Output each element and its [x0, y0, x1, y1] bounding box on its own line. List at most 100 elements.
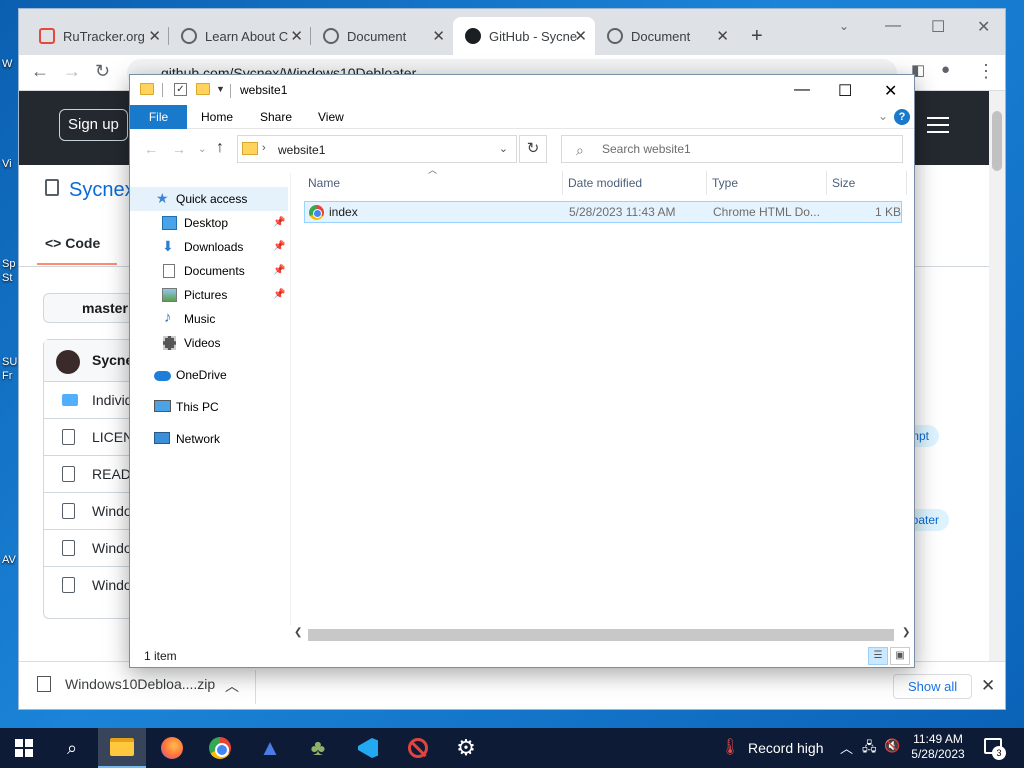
- column-header-type[interactable]: Type: [712, 171, 738, 195]
- nav-item-pictures[interactable]: Pictures 📌: [130, 283, 288, 307]
- nav-item-onedrive[interactable]: OneDrive: [130, 363, 288, 387]
- tab-home[interactable]: Home: [201, 105, 233, 129]
- signup-button[interactable]: Sign up: [59, 109, 128, 141]
- menu-icon[interactable]: ⋮: [977, 61, 995, 82]
- divider[interactable]: [826, 171, 827, 195]
- tab-document[interactable]: Document ✕: [311, 17, 453, 55]
- chevron-up-icon[interactable]: ︿: [225, 676, 239, 696]
- chevron-right-icon[interactable]: ›: [262, 142, 266, 154]
- chevron-down-icon[interactable]: ⌄: [499, 142, 508, 155]
- details-view-icon[interactable]: ☰: [868, 647, 888, 665]
- divider[interactable]: [906, 171, 907, 195]
- page-scrollbar[interactable]: [989, 91, 1005, 661]
- properties-icon[interactable]: ✓: [174, 83, 187, 96]
- file-row[interactable]: index 5/28/2023 11:43 AM Chrome HTML Do.…: [304, 201, 902, 223]
- back-icon[interactable]: ←: [144, 141, 158, 157]
- maximize-icon[interactable]: ☐: [838, 81, 852, 101]
- tab-view[interactable]: View: [318, 105, 344, 129]
- close-tab-icon[interactable]: ✕: [290, 27, 303, 45]
- desktop-icon-label[interactable]: W: [2, 58, 12, 70]
- large-icons-view-icon[interactable]: ▣: [890, 647, 910, 665]
- file-name[interactable]: Windo: [92, 540, 132, 556]
- new-tab-button[interactable]: +: [751, 25, 763, 48]
- forward-icon[interactable]: →: [172, 141, 186, 157]
- address-path[interactable]: website1: [278, 143, 325, 157]
- taskbar-file-explorer[interactable]: [98, 728, 146, 768]
- avatar[interactable]: [56, 350, 80, 374]
- tab-github[interactable]: GitHub - Sycne ✕: [453, 17, 595, 55]
- expand-ribbon-icon[interactable]: ⌄: [878, 109, 888, 123]
- refresh-icon[interactable]: ↻: [519, 135, 547, 163]
- close-icon[interactable]: ✕: [884, 81, 897, 101]
- repo-owner-link[interactable]: Sycnex: [45, 179, 135, 202]
- clock[interactable]: 11:49 AM 5/28/2023: [904, 732, 972, 762]
- tab-document-2[interactable]: Document ✕: [595, 17, 737, 55]
- scroll-right-icon[interactable]: ❯: [902, 627, 910, 638]
- column-header-size[interactable]: Size: [832, 171, 855, 195]
- nav-item-music[interactable]: ♪ Music: [130, 307, 288, 331]
- horizontal-scrollbar[interactable]: ❮ ❯: [292, 627, 914, 643]
- tab-rutracker[interactable]: RuTracker.org ✕: [27, 17, 169, 55]
- chevron-up-icon[interactable]: ︿: [840, 738, 853, 757]
- profile-icon[interactable]: ●: [941, 61, 950, 78]
- tab-code[interactable]: <> Code: [45, 235, 100, 251]
- close-tab-icon[interactable]: ✕: [432, 27, 445, 45]
- nav-item-quick-access[interactable]: ★ Quick access: [130, 187, 288, 211]
- address-bar[interactable]: › website1 ⌄: [237, 135, 517, 163]
- new-folder-icon[interactable]: [196, 83, 210, 95]
- divider[interactable]: [562, 171, 563, 195]
- chevron-down-icon[interactable]: ▼: [216, 84, 225, 94]
- nav-item-network[interactable]: Network: [130, 427, 288, 451]
- maximize-icon[interactable]: ☐: [931, 17, 945, 37]
- taskbar-chrome[interactable]: [196, 728, 244, 768]
- tab-share[interactable]: Share: [260, 105, 292, 129]
- tab-learn-about[interactable]: Learn About C ✕: [169, 17, 311, 55]
- taskbar-firefox[interactable]: [148, 728, 196, 768]
- file-name[interactable]: Individ: [92, 392, 132, 408]
- thermometer-icon[interactable]: 🌡: [720, 737, 740, 757]
- hamburger-menu-icon[interactable]: [927, 117, 949, 133]
- scroll-left-icon[interactable]: ❮: [294, 627, 302, 638]
- pin-icon[interactable]: 📌: [273, 283, 285, 307]
- up-icon[interactable]: ↑: [216, 139, 224, 157]
- taskbar-vscode[interactable]: [344, 728, 392, 768]
- close-tab-icon[interactable]: ✕: [148, 27, 161, 45]
- nav-item-videos[interactable]: Videos: [130, 331, 288, 355]
- nav-item-this-pc[interactable]: This PC: [130, 395, 288, 419]
- tab-file[interactable]: File: [130, 105, 187, 129]
- volume-muted-icon[interactable]: 🔇: [884, 738, 900, 754]
- scrollbar-thumb[interactable]: [992, 111, 1002, 171]
- download-item[interactable]: Windows10Debloa....zip: [37, 676, 215, 692]
- close-tab-icon[interactable]: ✕: [716, 27, 729, 45]
- desktop-icon-label[interactable]: St: [2, 272, 12, 284]
- forward-icon[interactable]: →: [63, 61, 81, 82]
- close-tab-icon[interactable]: ✕: [574, 27, 587, 45]
- divider[interactable]: [706, 171, 707, 195]
- back-icon[interactable]: ←: [31, 61, 49, 82]
- nav-item-desktop[interactable]: Desktop 📌: [130, 211, 288, 235]
- reload-icon[interactable]: ↻: [95, 61, 110, 82]
- help-icon[interactable]: ?: [894, 109, 910, 125]
- minimize-icon[interactable]: —: [794, 81, 810, 99]
- desktop-icon-label[interactable]: AV: [2, 554, 16, 566]
- close-icon[interactable]: ✕: [981, 676, 995, 696]
- minimize-icon[interactable]: —: [885, 17, 901, 35]
- start-button[interactable]: [0, 728, 48, 768]
- file-name[interactable]: Windo: [92, 503, 132, 519]
- column-header-date[interactable]: Date modified: [568, 171, 642, 195]
- weather-text[interactable]: Record high: [748, 740, 824, 756]
- pin-icon[interactable]: 📌: [273, 235, 285, 259]
- taskbar-app-3[interactable]: [394, 728, 442, 768]
- nav-item-downloads[interactable]: ⬇ Downloads 📌: [130, 235, 288, 259]
- desktop-icon-label[interactable]: SU: [2, 356, 17, 368]
- close-icon[interactable]: ✕: [977, 17, 990, 37]
- desktop-icon-label[interactable]: Fr: [2, 370, 12, 382]
- recent-locations-icon[interactable]: ⌄: [198, 144, 206, 155]
- scrollbar-thumb[interactable]: [308, 629, 894, 641]
- tab-search-icon[interactable]: ⌄: [839, 19, 849, 33]
- desktop-icon-label[interactable]: Vi: [2, 158, 12, 170]
- taskbar-settings[interactable]: ⚙: [442, 728, 490, 768]
- pin-icon[interactable]: 📌: [273, 211, 285, 235]
- search-input[interactable]: ⌕ Search website1: [561, 135, 903, 163]
- taskbar-app-2[interactable]: ♣: [294, 728, 342, 768]
